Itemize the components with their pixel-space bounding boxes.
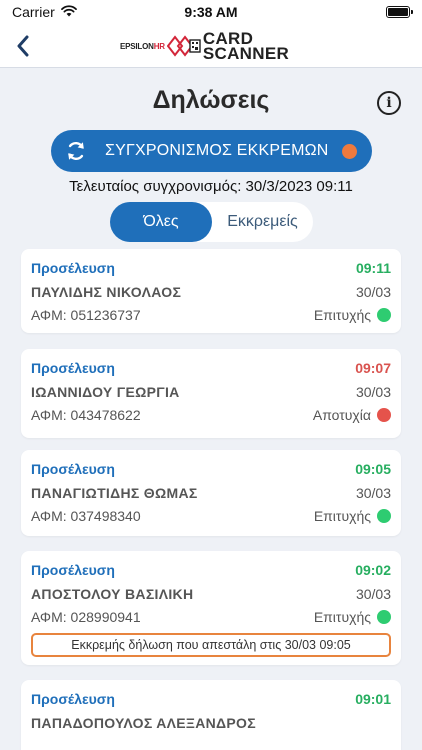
record-time: 09:07	[355, 360, 391, 376]
back-button[interactable]	[10, 30, 36, 62]
record-date: 30/03	[355, 586, 391, 602]
wifi-icon	[60, 4, 77, 20]
record-status: Αποτυχία	[313, 407, 391, 423]
logo-brand: EPSILONHR	[120, 41, 165, 51]
record-name: ΠΑΠΑΔΟΠΟΥΛΟΣ ΑΛΕΞΑΝΔΡΟΣ	[31, 715, 256, 731]
record-afm: ΑΦΜ: 051236737	[31, 307, 141, 323]
record-date: 30/03	[355, 485, 391, 501]
pending-submission-note: Εκκρεμής δήλωση που απεστάλη στις 30/03 …	[31, 633, 391, 657]
page-title: Δηλώσεις	[152, 86, 270, 114]
record-type: Προσέλευση	[31, 260, 115, 276]
app-logo: EPSILONHR CARD SCANNER	[120, 28, 289, 64]
battery-icon	[386, 6, 413, 18]
nav-bar: EPSILONHR CARD SCANNER	[0, 24, 422, 68]
record-afm: ΑΦΜ: 028990941	[31, 609, 141, 625]
record-date: 30/03	[355, 384, 391, 400]
failure-status-icon	[377, 408, 391, 422]
logo-card-icon	[166, 35, 201, 57]
record-status-label: Επιτυχής	[313, 508, 371, 524]
logo-wordmark: CARD SCANNER	[202, 29, 290, 63]
chevron-left-icon	[17, 35, 29, 57]
record-type: Προσέλευση	[31, 691, 115, 707]
sync-icon	[68, 141, 84, 161]
status-bar: Carrier 9:38 AM	[0, 0, 422, 24]
sync-button-label: ΣΥΓΧΡΟΝΙΣΜΟΣ ΕΚΚΡΕΜΩΝ	[105, 142, 329, 159]
record-type: Προσέλευση	[31, 461, 115, 477]
record-status: Επιτυχής	[314, 508, 391, 524]
status-left: Carrier	[12, 4, 77, 20]
record-type: Προσέλευση	[31, 360, 115, 376]
record-card[interactable]: Προσέλευση 09:02 ΑΠΟΣΤΟΛΟΥ ΒΑΣΙΛΙΚΗ 30/0…	[21, 551, 401, 665]
record-time: 09:11	[355, 260, 391, 276]
carrier-label: Carrier	[12, 4, 55, 20]
record-afm: ΑΦΜ: 043478622	[31, 407, 141, 423]
sync-pending-button[interactable]: ΣΥΓΧΡΟΝΙΣΜΟΣ ΕΚΚΡΕΜΩΝ	[51, 130, 372, 172]
record-name: ΙΩΑΝΝΙΔΟΥ ΓΕΩΡΓΙΑ	[31, 384, 180, 400]
record-status-label: Επιτυχής	[313, 609, 371, 625]
record-time: 09:05	[355, 461, 391, 477]
record-status: Επιτυχής	[314, 307, 391, 323]
segment-pending[interactable]: Εκκρεμείς	[212, 202, 313, 242]
record-card[interactable]: Προσέλευση 09:07 ΙΩΑΝΝΙΔΟΥ ΓΕΩΡΓΙΑ 30/03…	[21, 349, 401, 438]
record-card[interactable]: Προσέλευση 09:01 ΠΑΠΑΔΟΠΟΥΛΟΣ ΑΛΕΞΑΝΔΡΟΣ	[21, 680, 401, 750]
filter-segmented-control: Όλες Εκκρεμείς	[110, 202, 313, 242]
record-time: 09:01	[355, 691, 391, 707]
success-status-icon	[377, 509, 391, 523]
record-time: 09:02	[355, 562, 391, 578]
record-type: Προσέλευση	[31, 562, 115, 578]
record-name: ΑΠΟΣΤΟΛΟΥ ΒΑΣΙΛΙΚΗ	[31, 586, 194, 602]
last-sync-text: Τελευταίος συγχρονισμός: 30/3/2023 09:11	[69, 178, 353, 195]
record-afm: ΑΦΜ: 037498340	[31, 508, 141, 524]
segment-all[interactable]: Όλες	[110, 202, 212, 242]
record-card[interactable]: Προσέλευση 09:11 ΠΑΥΛΙΔΗΣ ΝΙΚΟΛΑΟΣ 30/03…	[21, 249, 401, 333]
record-name: ΠΑΥΛΙΔΗΣ ΝΙΚΟΛΑΟΣ	[31, 284, 182, 300]
info-button[interactable]: i	[377, 91, 401, 115]
success-status-icon	[377, 308, 391, 322]
record-status-label: Αποτυχία	[312, 407, 371, 423]
pending-indicator-dot	[342, 144, 357, 159]
record-card[interactable]: Προσέλευση 09:05 ΠΑΝΑΓΙΩΤΙΔΗΣ ΘΩΜΑΣ 30/0…	[21, 450, 401, 536]
record-status-label: Επιτυχής	[313, 307, 371, 323]
record-date: 30/03	[355, 284, 391, 300]
record-status: Επιτυχής	[314, 609, 391, 625]
record-name: ΠΑΝΑΓΙΩΤΙΔΗΣ ΘΩΜΑΣ	[31, 485, 198, 501]
info-icon: i	[386, 95, 392, 111]
success-status-icon	[377, 610, 391, 624]
